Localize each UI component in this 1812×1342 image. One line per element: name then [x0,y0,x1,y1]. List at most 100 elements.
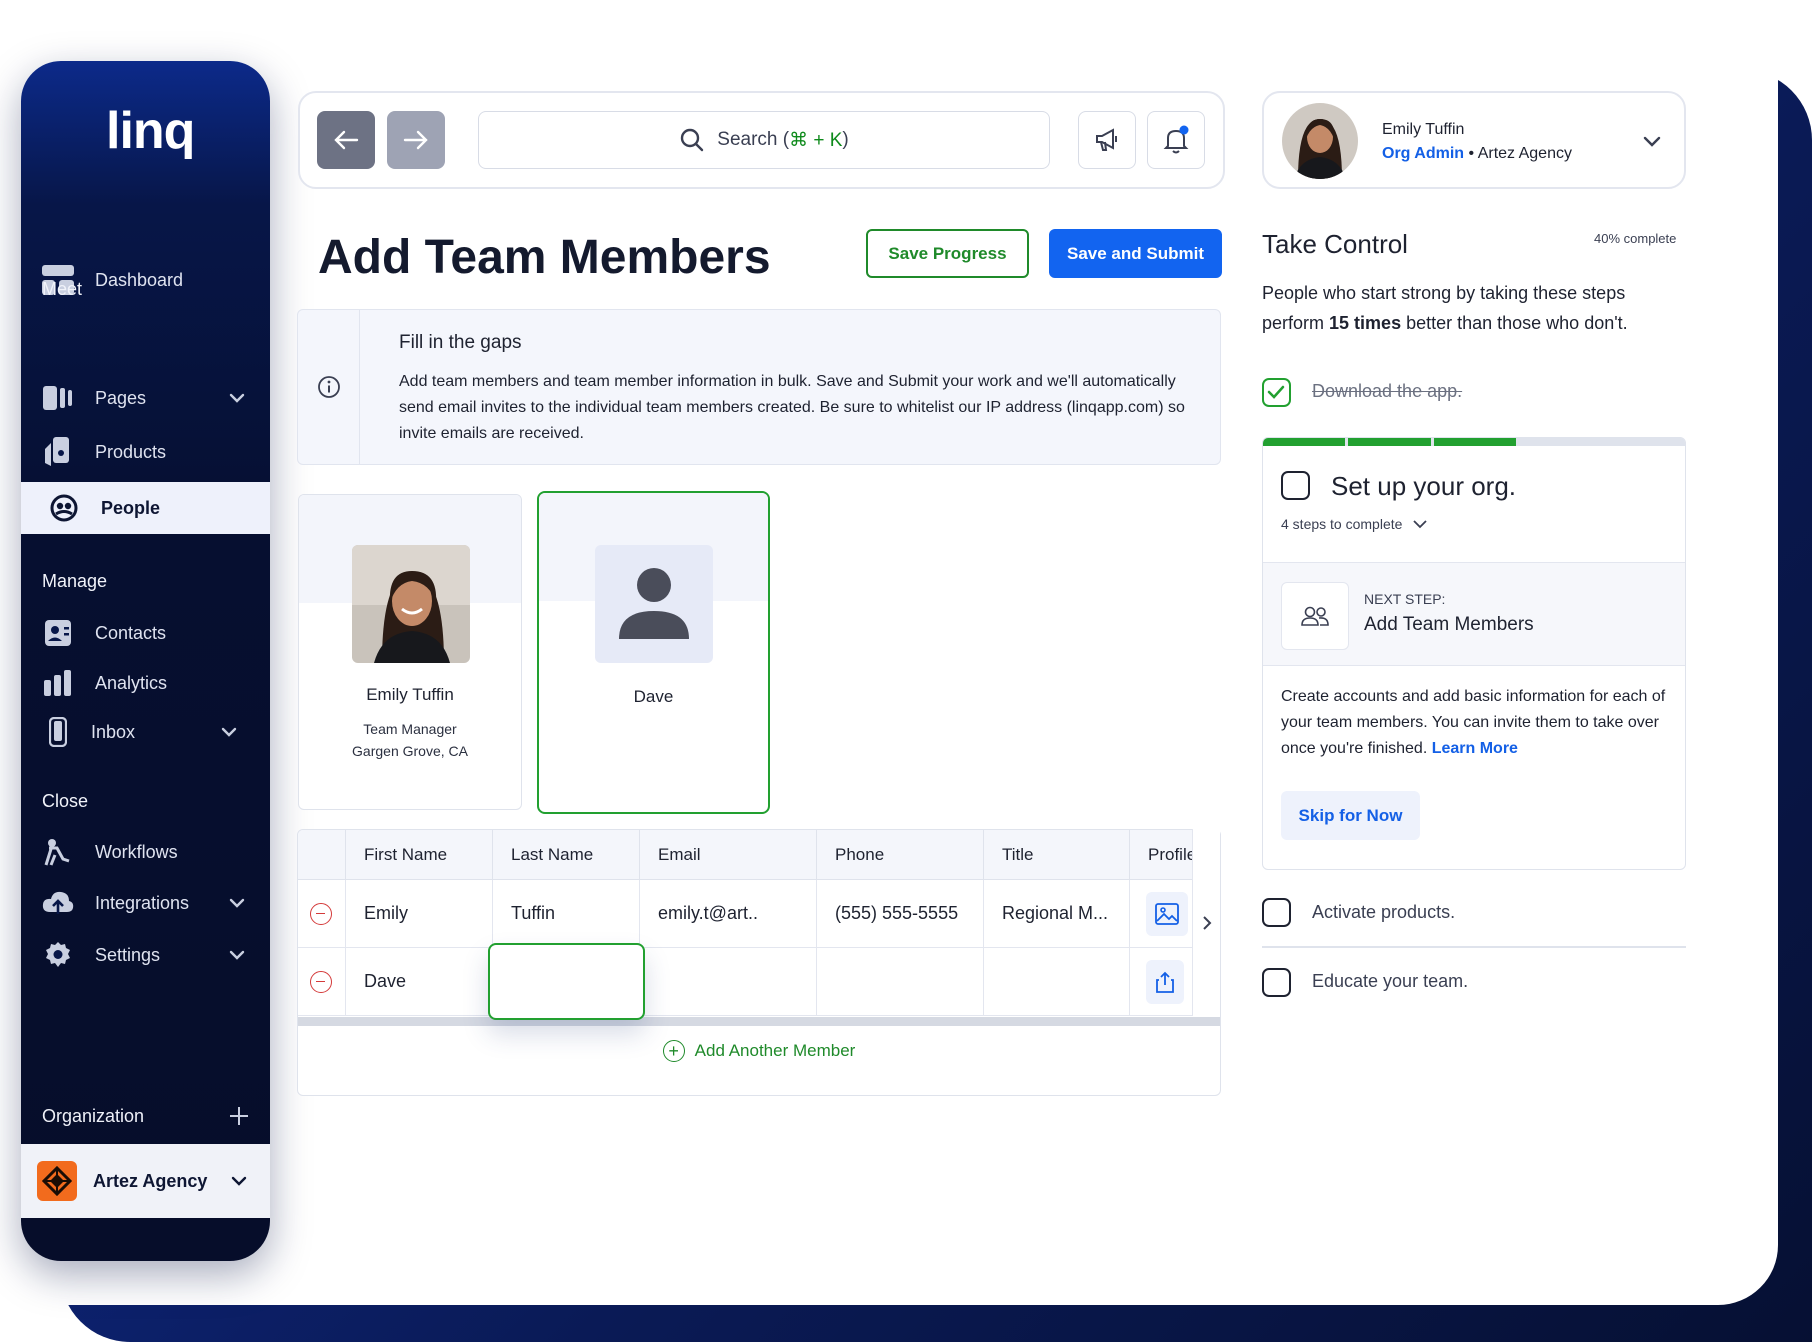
section-meet: Meet [42,279,83,299]
contacts-icon [41,616,75,650]
next-step-box[interactable]: NEXT STEP: Add Team Members [1263,562,1685,666]
info-body: Add team members and team member informa… [399,373,1185,442]
gear-icon [41,938,75,972]
steps-toggle[interactable]: 4 steps to complete [1281,516,1428,532]
search-shortcut: ⌘ + K [789,129,843,151]
cell-email[interactable]: emily.t@art.. [640,880,817,947]
top-bar: Search (⌘ + K) [298,91,1225,189]
cell-phone[interactable]: (555) 555-5555 [817,880,984,947]
member-card-dave[interactable]: Dave [537,491,770,814]
agency-name: Artez Agency [93,1170,208,1191]
header-email[interactable]: Email [640,830,817,880]
search-input[interactable]: Search (⌘ + K) [478,111,1050,169]
profile-role: Org Admin [1382,145,1465,162]
sidebar-item-contacts[interactable]: Contacts [21,608,270,658]
member-photo [352,545,470,663]
sidebar-label-settings: Settings [95,944,161,965]
cell-title[interactable] [984,948,1130,1015]
agency-logo-icon [37,1161,77,1201]
chevron-down-icon[interactable] [226,944,248,966]
announcements-button[interactable] [1078,111,1136,169]
info-icon-cell [298,310,360,464]
task-educate-checkbox[interactable] [1262,968,1291,997]
task-download-checkbox[interactable] [1262,378,1291,407]
sidebar-item-integrations[interactable]: Integrations [21,878,270,928]
section-close: Close [42,791,89,811]
chevron-down-icon [1413,520,1428,529]
cloud-upload-icon [41,886,75,920]
sidebar-item-settings[interactable]: Settings [21,930,270,980]
progress-percent: 40% complete [1594,231,1677,246]
chevron-down-icon[interactable] [1640,129,1664,153]
cell-email[interactable] [640,948,817,1015]
cell-first-name[interactable]: Dave [346,948,493,1015]
header-last-name[interactable]: Last Name [493,830,640,880]
upload-button[interactable] [1146,960,1184,1004]
profile-separator: • [1464,145,1478,162]
sidebar-label-integrations: Integrations [95,892,190,913]
cell-phone[interactable] [817,948,984,1015]
sidebar-item-analytics[interactable]: Analytics [21,658,270,708]
task-download-label: Download the app. [1312,381,1463,401]
desc-bold: 15 times [1329,313,1402,333]
progress-track [1263,438,1685,446]
cell-last-name[interactable]: Tuffin [493,880,640,947]
task-setup-checkbox[interactable] [1281,471,1310,500]
take-control-description: People who start strong by taking these … [1262,278,1682,338]
back-button[interactable] [317,111,375,169]
next-step-title: Add Team Members [1364,614,1534,635]
learn-more-link[interactable]: Learn More [1432,740,1518,757]
save-progress-button[interactable]: Save Progress [866,229,1029,278]
skip-for-now-button[interactable]: Skip for Now [1281,791,1420,840]
row-remove-cell [298,948,346,1015]
sidebar-item-pages[interactable]: Pages [21,373,270,423]
agency-switcher[interactable]: Artez Agency [21,1144,270,1218]
header-phone[interactable]: Phone [817,830,984,880]
profile-card[interactable]: Emily Tuffin Org Admin • Artez Agency [1262,91,1686,189]
chevron-down-icon[interactable] [218,721,240,743]
remove-row-icon[interactable] [310,970,332,993]
remove-row-icon[interactable] [310,902,332,925]
notifications-button[interactable] [1147,111,1205,169]
products-icon [41,435,75,469]
image-upload-button[interactable] [1146,892,1188,936]
table-row: Emily Tuffin emily.t@art.. (555) 555-555… [298,880,1220,948]
add-another-member-button[interactable]: + Add Another Member [298,1040,1220,1062]
cell-title[interactable]: Regional M... [984,880,1130,947]
horizontal-scrollbar[interactable] [298,1017,1220,1026]
header-first-name[interactable]: First Name [346,830,493,880]
member-card-emily[interactable]: Emily Tuffin Team Manager Gargen Grove, … [298,494,522,810]
arrow-left-icon [334,130,359,150]
search-close: ) [842,129,849,150]
scroll-right-area[interactable] [1192,829,1220,1016]
profile-org: Artez Agency [1477,145,1572,162]
cell-first-name[interactable]: Emily [346,880,493,947]
last-name-input-active[interactable] [488,943,645,1020]
team-icon [1281,582,1349,650]
chevron-right-icon [1203,916,1212,930]
sidebar-label-analytics: Analytics [95,672,168,693]
chevron-down-icon[interactable] [226,892,248,914]
sidebar-item-people[interactable]: People [21,482,270,534]
desc-post: better than those who don't. [1401,313,1628,333]
save-and-submit-button[interactable]: Save and Submit [1049,229,1222,278]
analytics-icon [41,666,75,700]
sidebar-label-contacts: Contacts [95,622,167,643]
avatar [1282,103,1358,179]
pages-icon [41,381,75,415]
sidebar-item-inbox[interactable]: Inbox [21,707,270,757]
task-activate-checkbox[interactable] [1262,898,1291,927]
sidebar: linq Dashboard Meet Pages Products Peopl… [21,61,270,1261]
sidebar-label-products: Products [95,441,167,462]
plus-icon[interactable] [228,1105,250,1127]
sidebar-item-products[interactable]: Products [21,427,270,477]
linq-logo[interactable]: linq [106,101,195,161]
image-icon [1155,903,1179,925]
header-title[interactable]: Title [984,830,1130,880]
progress-segment [1348,438,1431,446]
chevron-down-icon[interactable] [226,387,248,409]
members-table: First Name Last Name Email Phone Title P… [297,829,1221,1096]
sidebar-item-workflows[interactable]: Workflows [21,827,270,877]
chevron-down-icon[interactable] [228,1170,250,1192]
forward-button[interactable] [387,111,445,169]
